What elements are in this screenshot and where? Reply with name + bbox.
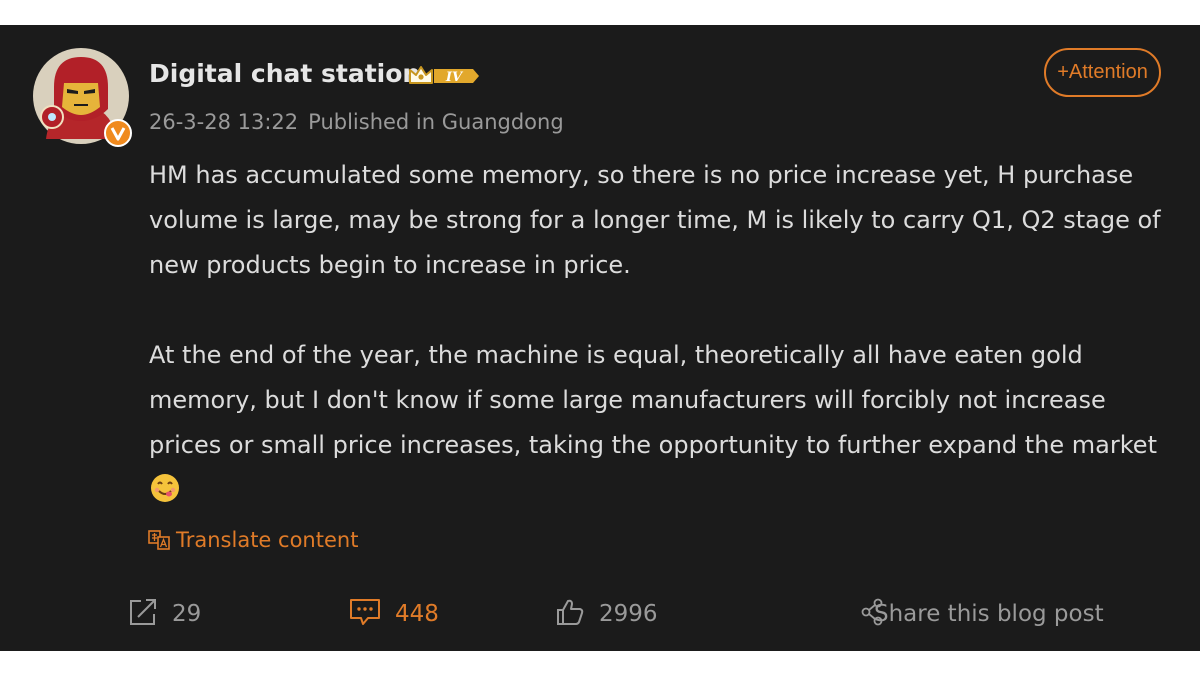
- comment-button[interactable]: 448: [349, 597, 439, 631]
- repost-icon: [130, 599, 156, 625]
- like-button[interactable]: 2996: [555, 597, 658, 631]
- follow-button[interactable]: +Attention: [1044, 48, 1161, 97]
- post-paragraph: HM has accumulated some memory, so there…: [149, 161, 1161, 279]
- repost-button[interactable]: 29: [128, 597, 201, 631]
- crown-rank-icon: IV: [409, 66, 479, 85]
- share-button[interactable]: Share this blog post: [860, 597, 1104, 631]
- author-name[interactable]: Digital chat station: [149, 59, 420, 88]
- post-location: Published in Guangdong: [308, 110, 564, 134]
- post-paragraph-2: At the end of the year, the machine is e…: [149, 333, 1169, 513]
- translate-link[interactable]: Translate content: [148, 528, 358, 552]
- comment-count: 448: [395, 601, 439, 627]
- share-label: Share this blog post: [874, 601, 1104, 627]
- post-meta: 26-3-28 13:22 Published in Guangdong: [149, 110, 564, 134]
- like-icon: [557, 599, 584, 625]
- post-paragraph-2-text: At the end of the year, the machine is e…: [149, 341, 1157, 459]
- like-count: 2996: [599, 601, 658, 627]
- post-content: HM has accumulated some memory, so there…: [149, 153, 1169, 513]
- comment-icon: [350, 599, 380, 625]
- translate-icon: [148, 530, 170, 550]
- post-card: Digital chat station IV 26-3-28 13:22 Pub…: [0, 25, 1200, 651]
- verified-v-icon: [104, 119, 132, 147]
- repost-count: 29: [172, 601, 202, 627]
- rank-level-text: IV: [445, 70, 464, 85]
- post-timestamp: 26-3-28 13:22: [149, 110, 299, 134]
- yummy-face-emoji: [151, 474, 179, 502]
- translate-label: Translate content: [176, 528, 359, 552]
